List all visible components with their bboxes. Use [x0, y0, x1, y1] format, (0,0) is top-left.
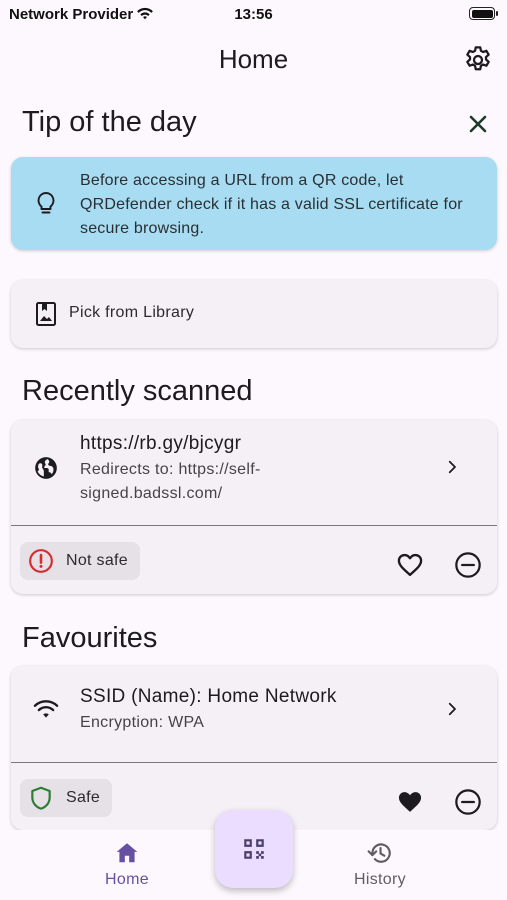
pick-from-library-button[interactable]: Pick from Library: [11, 280, 497, 348]
battery-icon: [469, 7, 498, 20]
divider: [11, 762, 497, 763]
status-badge: Safe: [20, 779, 113, 817]
status-badge: Not safe: [20, 542, 140, 580]
remove-icon[interactable]: [454, 551, 482, 579]
globe-icon: [35, 457, 57, 479]
gear-icon[interactable]: [462, 44, 494, 76]
nav-label-history: History: [354, 871, 406, 888]
chevron-right-icon[interactable]: [443, 700, 461, 718]
scan-title: https://rb.gy/bjcygr: [80, 433, 242, 454]
tip-text: Before accessing a URL from a QR code, l…: [80, 172, 463, 237]
tip-card: Before accessing a URL from a QR code, l…: [11, 157, 497, 250]
divider: [11, 525, 497, 526]
tip-heading: Tip of the day: [22, 106, 197, 138]
page-title: Home: [218, 44, 289, 74]
nav-item-history[interactable]: History: [330, 840, 430, 889]
recent-scan-card[interactable]: https://rb.gy/bjcygr Redirects to: https…: [11, 420, 497, 594]
recently-scanned-heading: Recently scanned: [22, 375, 253, 407]
favourites-heading: Favourites: [22, 622, 158, 654]
warning-circle-icon: [29, 549, 53, 573]
qr-code-icon: [244, 839, 264, 859]
close-icon[interactable]: [464, 110, 492, 138]
wifi-icon: [33, 700, 59, 718]
heart-filled-icon[interactable]: [396, 788, 424, 816]
favourite-subtitle: Encryption: WPA: [80, 714, 205, 731]
remove-icon[interactable]: [454, 788, 482, 816]
nav-item-home[interactable]: Home: [77, 840, 177, 889]
scan-qr-button[interactable]: [215, 810, 293, 888]
image-library-icon: [36, 302, 56, 326]
pick-from-library-label: Pick from Library: [69, 304, 195, 321]
status-label: Safe: [66, 789, 101, 806]
favourite-card[interactable]: SSID (Name): Home Network Encryption: WP…: [11, 666, 497, 830]
status-label: Not safe: [66, 552, 128, 569]
home-icon: [116, 843, 138, 863]
status-bar: Network Provider 13:56: [0, 0, 507, 30]
history-icon: [367, 843, 391, 863]
shield-icon: [31, 786, 51, 810]
favourite-title: SSID (Name): Home Network: [80, 686, 337, 707]
scan-subtitle: Redirects to: https://self-signed.badssl…: [80, 461, 261, 502]
chevron-right-icon[interactable]: [443, 458, 461, 476]
clock: 13:56: [234, 6, 273, 23]
heart-outline-icon[interactable]: [396, 551, 424, 579]
nav-label-home: Home: [105, 871, 149, 888]
lightbulb-icon: [37, 192, 55, 214]
